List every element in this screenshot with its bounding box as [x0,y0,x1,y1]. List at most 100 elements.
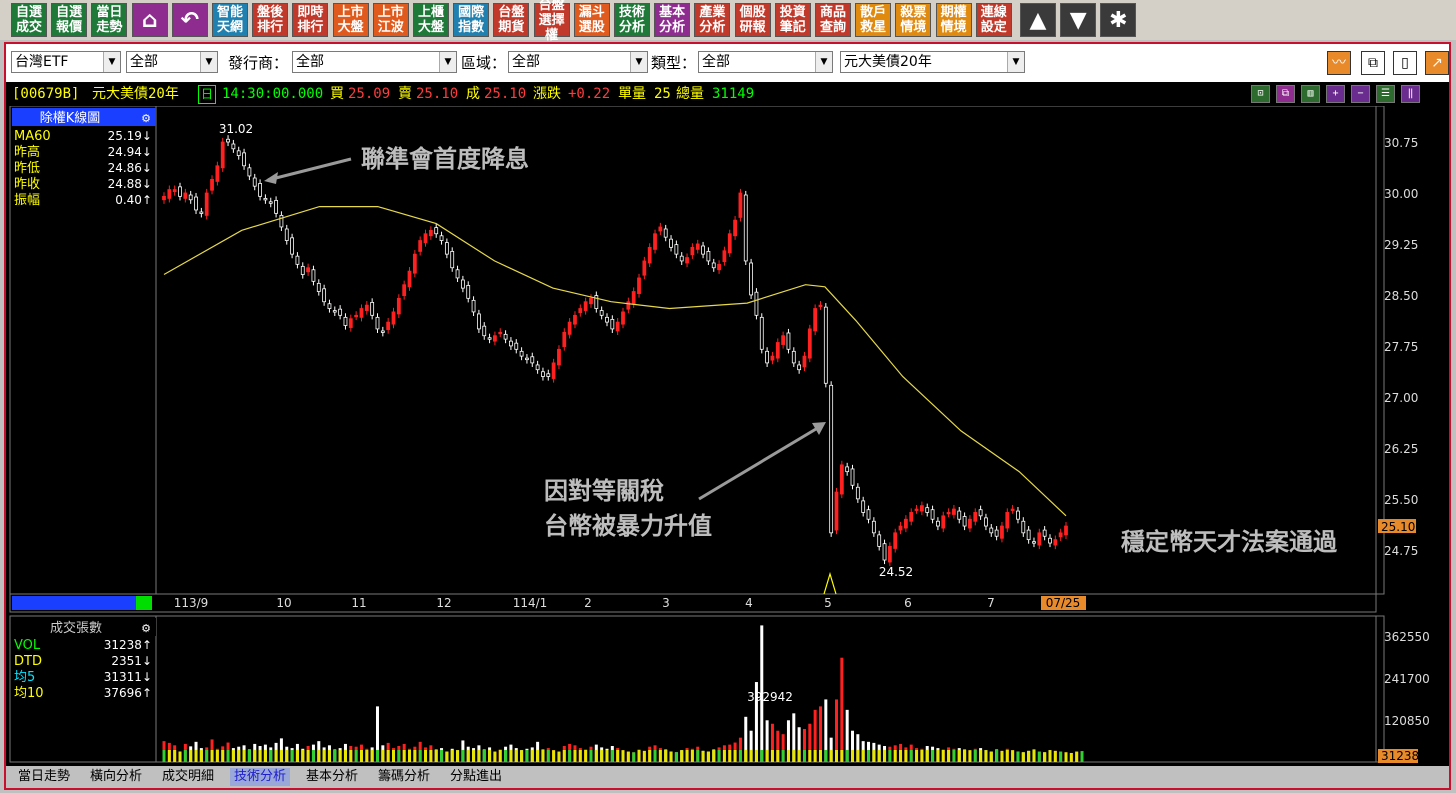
toolbar-button-11[interactable]: 國際 指數 [453,3,490,37]
type-select[interactable]: 全部 ▼ [698,51,833,73]
toolbar-button-10[interactable]: 上櫃 大盤 [413,3,449,37]
candle-body [626,301,631,310]
back-icon[interactable]: ↶ [171,3,208,37]
issuer-select[interactable]: 全部 ▼ [292,51,457,73]
volume-bar-base [199,750,203,762]
tab-6[interactable]: 分點進出 [446,768,506,786]
scroll-track[interactable] [12,596,142,610]
candle-body [460,279,465,289]
product-select[interactable]: 元大美債20年 ▼ [840,51,1025,73]
candle-body [493,335,497,342]
candle-body [439,235,444,241]
layout-icon[interactable]: ▯ [1393,51,1417,75]
toolbar-button-16[interactable]: 基本 分析 [654,3,691,37]
volume-bar-base [829,750,833,762]
volume-bar-base [1059,751,1063,762]
toolbar-button-8[interactable]: 上市 大盤 [332,3,369,37]
category-select[interactable]: 全部 ▼ [126,51,218,73]
popout-icon[interactable]: ↗ [1425,51,1449,75]
candle-body [887,546,892,563]
zoom-in-icon[interactable]: + [1326,85,1345,103]
toolbar-button-2[interactable]: 當日 走勢 [91,3,128,37]
volume-bar-base [1037,751,1041,762]
volume-bar-base [600,750,604,762]
toolbar-button-23[interactable]: 期權 情境 [935,3,972,37]
asterisk-icon[interactable]: ✱ [1100,3,1137,37]
indicator-icon[interactable]: ▥ [1301,85,1320,103]
candle-body [194,196,198,211]
toolbar-button-5[interactable]: 智能 天網 [212,3,248,37]
volume-bar-base [957,750,961,762]
chart-svg[interactable]: 除權K線圖 ⚙ MA60 25.19↓ 昨高 24.94↓ 昨低 24.86↓ 昨收 24.88↓… [6,105,1449,766]
candle-body [525,357,529,361]
volume-bar-base [680,750,684,762]
candle-body [1064,525,1068,536]
candle-body [1058,532,1063,538]
tab-5[interactable]: 籌碼分析 [374,768,434,786]
volume-bar-base [440,750,444,762]
candle-body [210,178,214,191]
toolbar-button-24[interactable]: 連線 設定 [975,3,1012,37]
volume-bar-base [343,750,347,762]
candle-body [519,350,524,357]
current-volume-label: 31238 [1381,749,1419,763]
candle-body [834,491,839,531]
zoom-out-icon[interactable]: − [1351,85,1370,103]
toolbar-button-1[interactable]: 自選 報價 [51,3,88,37]
split-icon[interactable]: ‖ [1401,85,1420,103]
home-icon[interactable]: ⌂ [131,3,168,37]
issuer-label: 發行商： [228,54,289,72]
region-select[interactable]: 全部 ▼ [508,51,648,73]
grid-lines-icon[interactable]: ☰ [1376,85,1395,103]
toolbar-button-9[interactable]: 上市 江波 [372,3,409,37]
candle-body [1010,508,1015,511]
volume-bar-base [765,750,769,762]
toolbar-button-20[interactable]: 商品 查詢 [815,3,851,37]
market-select[interactable]: 台灣ETF ▼ [11,51,121,73]
toolbar-button-0[interactable]: 自選 成交 [11,3,47,37]
toolbar-button-15[interactable]: 技術 分析 [614,3,650,37]
toolbar-button-19[interactable]: 投資 筆記 [774,3,811,37]
toolbar-button-18[interactable]: 個股 研報 [734,3,771,37]
period-day-button[interactable]: 日 [198,85,216,104]
volume-axis-label: 120850 [1384,714,1430,728]
gear-icon: ⚙ [141,622,151,635]
price-panel-title: 除權K線圖 [40,110,101,126]
volume-bar-base [776,750,780,762]
arrow-down-icon[interactable]: ▼ [1060,3,1097,37]
candle-body [605,316,609,323]
restore-icon[interactable]: ⧉ [1361,51,1385,75]
toolbar-button-13[interactable]: 台盤 選擇權 [533,0,570,43]
toolbar-button-21[interactable]: 散戶 救星 [855,3,892,37]
volume-stat-label: 均10 [14,686,44,701]
volume-bar-base [562,750,566,762]
candle-body [386,321,391,330]
volume-bar-base [856,750,860,762]
toolbar-button-17[interactable]: 產業 分析 [694,3,731,37]
volume-bar-base [840,750,844,762]
arrow-up-icon[interactable]: ▲ [1020,3,1056,37]
volume-bar-base [397,750,401,762]
tab-4[interactable]: 基本分析 [302,768,362,786]
compare-icon[interactable]: ⧉ [1276,85,1295,103]
zoom-fit-icon[interactable]: ⊡ [1251,85,1270,103]
scroll-thumb[interactable] [136,596,152,610]
toolbar-button-14[interactable]: 漏斗 選股 [573,3,610,37]
x-axis-tick: 114/1 [513,596,548,610]
volume-bar-base [642,750,646,762]
tab-2[interactable]: 成交明細 [158,768,218,786]
change-value: +0.22 [568,86,611,102]
single-vol-value: 25 [654,86,671,102]
chart-style-icon[interactable]: 〰 [1327,51,1351,75]
tab-3[interactable]: 技術分析 [230,768,291,786]
toolbar-button-6[interactable]: 盤後 排行 [252,3,289,37]
candle-body [898,525,903,531]
volume-bar-base [290,750,294,762]
candle-body [284,228,289,241]
tab-0[interactable]: 當日走勢 [14,768,74,786]
toolbar-button-7[interactable]: 即時 排行 [292,3,329,37]
tab-1[interactable]: 橫向分析 [86,768,146,786]
toolbar-button-12[interactable]: 台盤 期貨 [493,3,530,37]
toolbar-button-22[interactable]: 殺票 情境 [895,3,932,37]
chart-area: 除權K線圖 ⚙ MA60 25.19↓ 昨高 24.94↓ 昨低 24.86↓ 昨收 24.88↓… [6,105,1449,766]
